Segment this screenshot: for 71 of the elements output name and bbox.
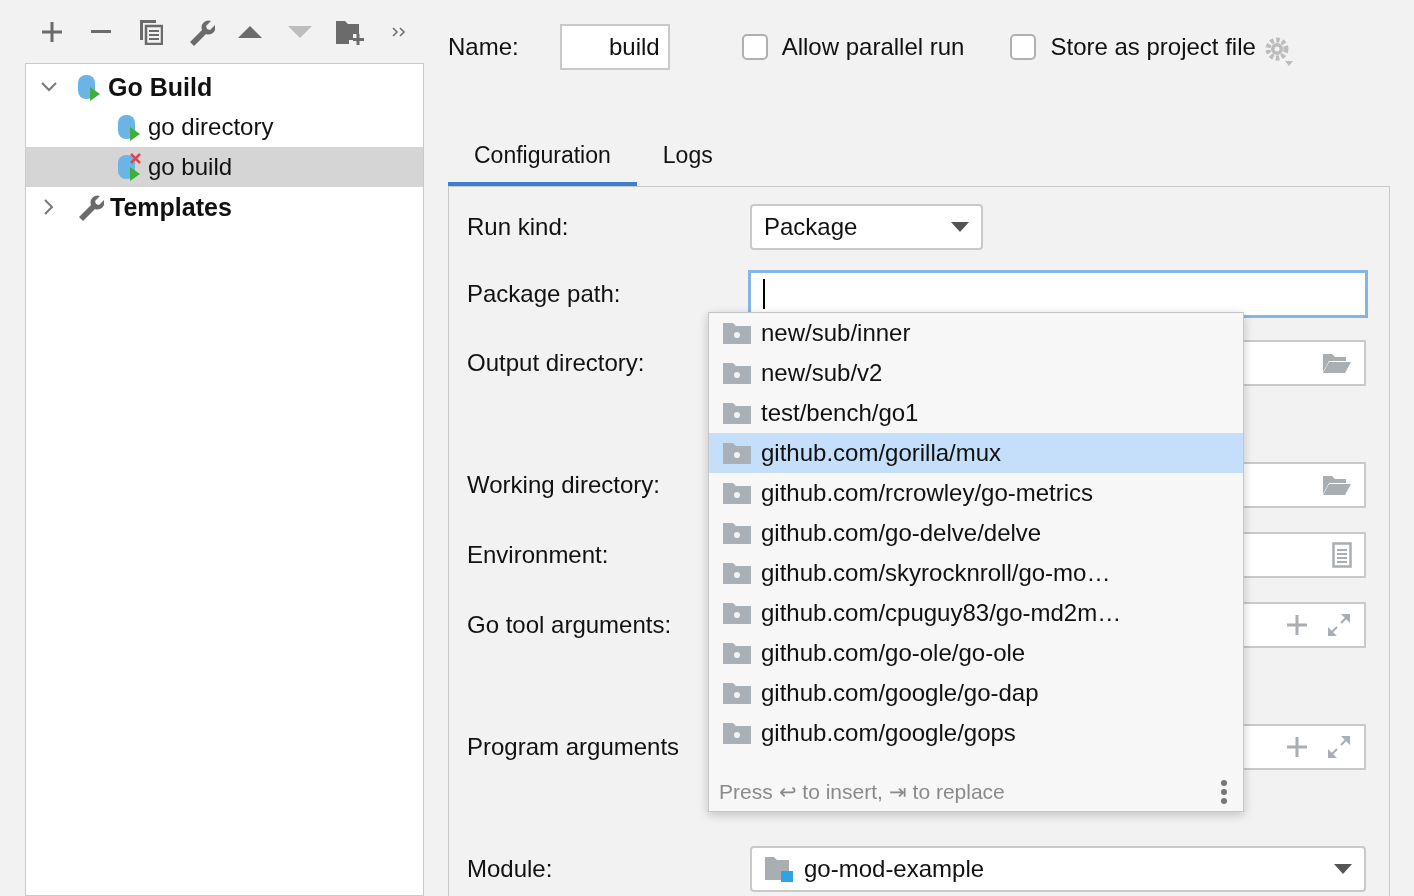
checkbox-label: Store as project file bbox=[1050, 32, 1256, 61]
completion-item[interactable]: github.com/cpuguy83/go-md2m… bbox=[709, 593, 1243, 633]
folder-icon bbox=[723, 402, 751, 424]
input-field[interactable] bbox=[748, 270, 1368, 318]
tab[interactable]: Configuration bbox=[448, 129, 637, 186]
folder-icon bbox=[723, 562, 751, 584]
field-label: Program arguments bbox=[467, 733, 680, 761]
tree-item-label: go directory bbox=[148, 113, 274, 141]
name-label: Name: bbox=[448, 32, 519, 61]
copy-icon bbox=[139, 18, 164, 45]
caret-icon bbox=[1334, 864, 1352, 874]
name-field[interactable]: build bbox=[559, 23, 670, 70]
completion-item[interactable]: new/sub/v2 bbox=[709, 353, 1243, 393]
folder-icon bbox=[723, 362, 751, 384]
checkbox[interactable] bbox=[1010, 33, 1037, 60]
tree-item-label: go build bbox=[148, 153, 233, 181]
dropdown-value: go-mod-example bbox=[804, 855, 986, 883]
completion-item[interactable]: github.com/google/gops bbox=[709, 713, 1243, 753]
add-icon bbox=[39, 19, 64, 44]
dropdown-value: Package bbox=[764, 213, 858, 241]
folder-icon bbox=[723, 722, 751, 744]
tree-item[interactable]: Go Build bbox=[26, 67, 423, 107]
completion-item[interactable]: new/sub/inner bbox=[709, 313, 1243, 353]
completion-item[interactable]: github.com/go-delve/delve bbox=[709, 513, 1243, 553]
tree-item[interactable]: go build bbox=[26, 147, 423, 187]
add-icon[interactable] bbox=[1286, 614, 1308, 636]
add-icon[interactable] bbox=[1286, 736, 1308, 758]
up-arrow-icon bbox=[237, 24, 264, 39]
folder-icon[interactable] bbox=[1322, 352, 1352, 374]
caret-icon bbox=[951, 222, 969, 232]
folder-add-icon bbox=[334, 18, 365, 45]
field-label: Run kind: bbox=[467, 213, 569, 241]
field-label: Module: bbox=[467, 855, 553, 883]
remove-icon bbox=[91, 30, 112, 33]
expand-icon[interactable] bbox=[1326, 612, 1352, 638]
folder-icon[interactable] bbox=[1322, 474, 1352, 496]
folder-icon bbox=[723, 522, 751, 544]
field-label: Environment: bbox=[467, 541, 609, 569]
field-label: Go tool arguments: bbox=[467, 611, 672, 639]
folder-icon bbox=[723, 322, 751, 344]
more-vertical-icon[interactable] bbox=[1221, 779, 1227, 804]
tab[interactable]: Logs bbox=[636, 129, 739, 186]
completion-item[interactable]: test/bench/go1 bbox=[709, 393, 1243, 433]
down-arrow-icon bbox=[286, 24, 313, 39]
completion-item[interactable]: github.com/rcrowley/go-metrics bbox=[709, 473, 1243, 513]
document-icon[interactable] bbox=[1332, 542, 1352, 568]
dropdown[interactable]: Package bbox=[750, 204, 983, 250]
more-icon bbox=[391, 25, 408, 38]
tree-item[interactable]: Templates bbox=[26, 187, 423, 227]
tree-item-label: Go Build bbox=[108, 72, 213, 102]
completion-hint: Press ↩ to insert, ⇥ to replace bbox=[719, 779, 1005, 804]
tree-item-label: Templates bbox=[110, 192, 232, 222]
folder-icon bbox=[723, 482, 751, 504]
folder-icon bbox=[723, 682, 751, 704]
completion-item[interactable]: github.com/gorilla/mux bbox=[709, 433, 1243, 473]
folder-icon bbox=[723, 642, 751, 664]
expand-icon[interactable] bbox=[1326, 734, 1352, 760]
completion-item[interactable]: github.com/go-ole/go-ole bbox=[709, 633, 1243, 673]
field-label: Output directory: bbox=[467, 349, 645, 377]
completion-item[interactable]: github.com/google/go-dap bbox=[709, 673, 1243, 713]
checkbox[interactable] bbox=[741, 33, 768, 60]
dropdown[interactable]: go-mod-example bbox=[750, 846, 1366, 892]
field-label: Package path: bbox=[467, 280, 621, 308]
tree-item[interactable]: go directory bbox=[26, 107, 423, 147]
module-folder-icon bbox=[764, 855, 794, 883]
field-label: Working directory: bbox=[467, 471, 660, 499]
folder-icon bbox=[723, 442, 751, 464]
checkbox-label: Allow parallel run bbox=[781, 32, 965, 61]
completion-item[interactable]: github.com/skyrocknroll/go-mo… bbox=[709, 553, 1243, 593]
run-config-icon bbox=[76, 73, 102, 101]
folder-icon bbox=[723, 602, 751, 624]
